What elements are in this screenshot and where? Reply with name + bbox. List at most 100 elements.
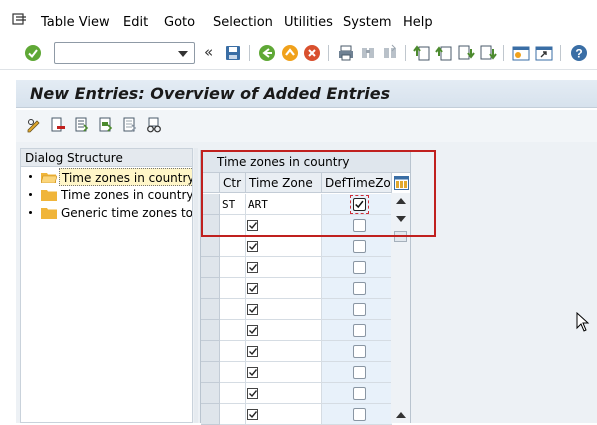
create-session-icon[interactable] — [512, 44, 530, 62]
dialog-item-generic-time-zones[interactable]: Generic time zones to po — [21, 204, 192, 222]
enter-icon[interactable] — [24, 44, 42, 62]
time-zone-cell[interactable] — [246, 404, 322, 425]
command-dropdown-icon[interactable] — [178, 51, 188, 57]
country-cell[interactable] — [220, 215, 246, 236]
command-field[interactable] — [54, 42, 195, 64]
cancel-icon[interactable] — [303, 44, 321, 62]
row-selector[interactable] — [201, 278, 220, 299]
time-zone-cell[interactable] — [246, 362, 322, 383]
shortcut-icon[interactable] — [535, 44, 553, 62]
default-time-zone-checkbox[interactable] — [353, 219, 366, 232]
next-page-icon[interactable] — [457, 44, 475, 62]
menu-help[interactable]: Help — [403, 15, 433, 31]
country-cell[interactable] — [220, 299, 246, 320]
last-page-icon[interactable] — [479, 44, 497, 62]
scroll-up-icon[interactable] — [396, 198, 406, 204]
scroll-down-icon[interactable] — [396, 216, 406, 222]
country-cell[interactable] — [220, 278, 246, 299]
time-zone-cell[interactable]: ART — [246, 194, 322, 215]
default-time-zone-checkbox[interactable] — [353, 303, 366, 316]
time-zone-cell[interactable] — [246, 341, 322, 362]
collapse-icon[interactable]: « — [204, 43, 213, 61]
country-cell[interactable]: ST — [220, 194, 246, 215]
input-help-icon[interactable] — [247, 325, 259, 336]
change-display-icon[interactable] — [26, 117, 42, 133]
find-next-icon[interactable] — [381, 44, 399, 62]
column-header-time-zone[interactable]: Time Zone — [246, 173, 322, 193]
menu-system[interactable]: System — [343, 15, 391, 31]
default-time-zone-checkbox[interactable] — [353, 387, 366, 400]
default-time-zone-checkbox[interactable] — [353, 366, 366, 379]
select-all-rows-header[interactable] — [201, 173, 220, 193]
menu-selection[interactable]: Selection — [213, 15, 273, 31]
row-selector[interactable] — [201, 215, 220, 236]
input-help-icon[interactable] — [247, 388, 259, 399]
time-zone-cell[interactable] — [246, 299, 322, 320]
row-selector[interactable] — [201, 320, 220, 341]
default-time-zone-checkbox[interactable] — [353, 345, 366, 358]
print-icon[interactable] — [337, 44, 355, 62]
time-zone-cell[interactable] — [246, 278, 322, 299]
panel-splitter[interactable] — [194, 148, 198, 423]
row-selector[interactable] — [201, 383, 220, 404]
time-zone-cell[interactable] — [246, 320, 322, 341]
menu-table-view[interactable]: Table View — [41, 15, 110, 31]
time-zone-cell[interactable] — [246, 383, 322, 404]
row-selector[interactable] — [201, 236, 220, 257]
previous-page-icon[interactable] — [435, 44, 453, 62]
row-selector[interactable] — [201, 404, 220, 425]
country-cell[interactable] — [220, 257, 246, 278]
row-selector[interactable] — [201, 299, 220, 320]
select-block-icon[interactable] — [98, 117, 114, 133]
column-header-ctr[interactable]: Ctr — [220, 173, 246, 193]
scroll-up-icon[interactable] — [396, 412, 406, 418]
back-icon[interactable] — [258, 44, 276, 62]
default-time-zone-checkbox[interactable] — [353, 240, 366, 253]
row-selector[interactable] — [201, 194, 220, 215]
input-help-icon[interactable] — [247, 409, 259, 420]
first-page-icon[interactable] — [413, 44, 431, 62]
menu-edit[interactable]: Edit — [123, 15, 148, 31]
default-time-zone-checkbox[interactable] — [353, 198, 366, 211]
country-cell[interactable] — [220, 320, 246, 341]
country-cell[interactable] — [220, 341, 246, 362]
table-vertical-scrollbar[interactable] — [391, 193, 410, 423]
dialog-item-time-zones-country[interactable]: Time zones in country — [21, 168, 192, 186]
default-time-zone-checkbox[interactable] — [353, 261, 366, 274]
country-cell[interactable] — [220, 383, 246, 404]
delete-icon[interactable] — [50, 117, 66, 133]
save-icon[interactable] — [224, 44, 242, 62]
glasses-icon[interactable] — [146, 117, 162, 133]
country-cell[interactable] — [220, 236, 246, 257]
input-help-icon[interactable] — [247, 346, 259, 357]
time-zone-cell[interactable] — [246, 257, 322, 278]
find-icon[interactable] — [359, 44, 377, 62]
input-help-icon[interactable] — [247, 304, 259, 315]
column-header-def-time-zone[interactable]: DefTimeZon — [322, 173, 392, 193]
country-cell[interactable] — [220, 404, 246, 425]
dialog-item-time-zones-country-region[interactable]: Time zones in country/re — [21, 186, 192, 204]
row-selector[interactable] — [201, 362, 220, 383]
row-selector[interactable] — [201, 341, 220, 362]
input-help-icon[interactable] — [247, 220, 259, 231]
deselect-all-icon[interactable] — [122, 117, 138, 133]
input-help-icon[interactable] — [247, 241, 259, 252]
default-time-zone-checkbox[interactable] — [353, 324, 366, 337]
menu-icon[interactable] — [12, 13, 28, 25]
help-icon[interactable]: ? — [570, 44, 588, 62]
select-all-icon[interactable] — [74, 117, 90, 133]
row-selector[interactable] — [201, 257, 220, 278]
table-settings-icon[interactable] — [394, 176, 409, 190]
default-time-zone-checkbox[interactable] — [353, 408, 366, 421]
input-help-icon[interactable] — [247, 367, 259, 378]
scroll-thumb[interactable] — [394, 231, 407, 242]
menu-goto[interactable]: Goto — [164, 15, 195, 31]
menu-utilities[interactable]: Utilities — [284, 15, 333, 31]
exit-icon[interactable] — [281, 44, 299, 62]
time-zone-cell[interactable] — [246, 215, 322, 236]
country-cell[interactable] — [220, 362, 246, 383]
default-time-zone-checkbox[interactable] — [353, 282, 366, 295]
input-help-icon[interactable] — [247, 283, 259, 294]
input-help-icon[interactable] — [247, 262, 259, 273]
time-zone-cell[interactable] — [246, 236, 322, 257]
